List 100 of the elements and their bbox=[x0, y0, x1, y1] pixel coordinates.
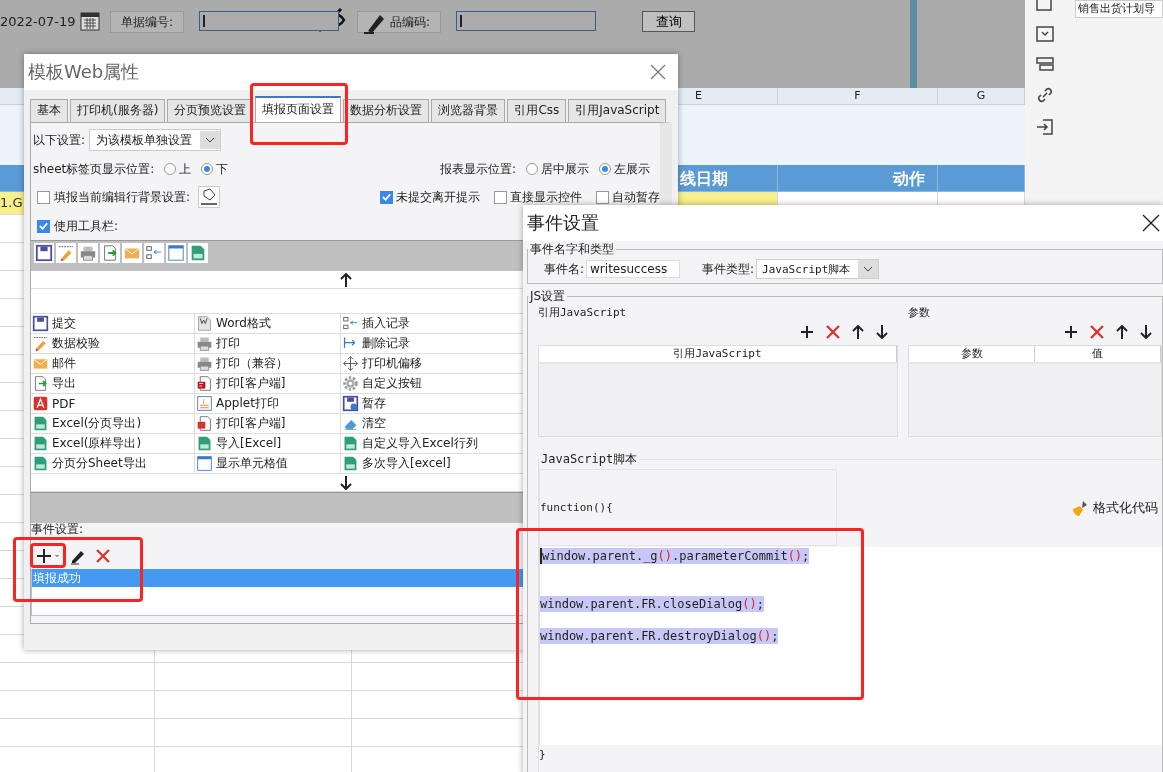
toolbar-option[interactable]: 分页分Sheet导出 bbox=[31, 454, 195, 474]
option-label: 下 bbox=[216, 160, 229, 178]
label-text: sheet标签页显示位置: bbox=[33, 160, 155, 178]
spreadsheet-icon bbox=[342, 455, 359, 472]
column-header: 值 bbox=[1035, 346, 1161, 362]
tab[interactable]: 引用Css bbox=[507, 99, 567, 122]
group-title: JavaScript脚本 bbox=[540, 451, 639, 468]
toolbar-option[interactable]: 打印[客户端] bbox=[195, 374, 341, 394]
tab[interactable]: 填报页面设置 bbox=[255, 96, 342, 122]
arrow-down-icon[interactable] bbox=[339, 475, 352, 490]
checkbox[interactable] bbox=[380, 190, 393, 204]
close-icon[interactable] bbox=[1142, 214, 1160, 232]
toolbar-option[interactable]: Applet打印 bbox=[195, 394, 341, 414]
spreadsheet-icon[interactable] bbox=[188, 243, 208, 263]
radio-button[interactable] bbox=[201, 163, 214, 175]
toolbar-option[interactable]: 数据校验 bbox=[31, 334, 195, 354]
arrow-down-icon[interactable] bbox=[876, 325, 888, 339]
column-header: 引用JavaScript bbox=[539, 346, 897, 362]
spreadsheet-icon bbox=[342, 435, 359, 452]
label-text: 单据编号: bbox=[121, 13, 174, 31]
toolbar-option[interactable]: 导出 bbox=[31, 374, 195, 394]
option-label: 上 bbox=[179, 160, 192, 178]
code-editor[interactable]: window.parent._g().parameterCommit(); window.parent.FR.closeDialog(); window.parent.FR.destroyDialog(); bbox=[539, 547, 1162, 745]
radio-button[interactable] bbox=[164, 163, 177, 175]
checkbox-label: 使用工具栏: bbox=[54, 217, 119, 235]
tab[interactable]: 数据分析设置 bbox=[343, 99, 430, 122]
column-header: 参数 bbox=[909, 346, 1035, 362]
calendar-icon[interactable] bbox=[80, 11, 100, 31]
checkbox-label: 直接显示控件 bbox=[510, 188, 582, 206]
spreadsheet-icon bbox=[32, 435, 49, 452]
input-field[interactable] bbox=[456, 11, 597, 31]
delete-icon[interactable] bbox=[826, 325, 840, 339]
add-icon[interactable] bbox=[800, 325, 814, 339]
input-field[interactable]: 销售出货计划导 bbox=[1075, 0, 1163, 18]
section-title: 参数 bbox=[908, 305, 931, 319]
checkbox[interactable] bbox=[494, 190, 507, 204]
tab[interactable]: 引用JavaScript bbox=[568, 99, 667, 122]
arrow-up-icon[interactable] bbox=[1116, 325, 1128, 339]
add-dropdown-icon[interactable] bbox=[35, 547, 61, 565]
rows-arrow-icon bbox=[342, 315, 359, 332]
checkbox[interactable] bbox=[37, 190, 50, 204]
toolbar-option[interactable]: 显示单元格值 bbox=[195, 454, 341, 474]
floppy-disk-icon[interactable] bbox=[34, 243, 54, 263]
toolbar-option[interactable]: Excel(分页导出) bbox=[31, 414, 195, 434]
toolbar-option[interactable]: 邮件 bbox=[31, 354, 195, 374]
radio-button[interactable] bbox=[599, 163, 611, 175]
dialog-title: 事件设置 bbox=[527, 211, 599, 235]
pdf-document-icon bbox=[196, 415, 213, 432]
add-icon[interactable] bbox=[1064, 325, 1078, 339]
toolbar-option[interactable]: 导入[Excel] bbox=[195, 434, 341, 454]
word-document-icon bbox=[196, 315, 213, 332]
document-badge-icon bbox=[196, 375, 213, 392]
dialog-title: 模板Web属性 bbox=[28, 60, 140, 84]
code-text: } bbox=[539, 748, 547, 761]
radio-button[interactable] bbox=[526, 163, 538, 175]
printer-icon[interactable] bbox=[78, 243, 98, 263]
dropdown[interactable]: JavaScript脚本 bbox=[756, 259, 880, 279]
printer-icon bbox=[196, 335, 213, 352]
delete-icon[interactable] bbox=[1090, 325, 1104, 339]
code-text: function(){ bbox=[539, 469, 837, 546]
checkbox[interactable] bbox=[37, 219, 50, 233]
label-text: 报表显示位置: bbox=[439, 160, 516, 178]
toolbar-option[interactable]: PDF bbox=[31, 394, 195, 414]
arrow-down-icon[interactable] bbox=[1140, 325, 1152, 339]
broom-icon bbox=[1071, 498, 1089, 517]
table-header-cell: 动作 bbox=[778, 165, 938, 192]
label-text: 以下设置: bbox=[33, 131, 86, 149]
toolbar-option[interactable]: 提交 bbox=[31, 314, 195, 334]
toolbar-option[interactable]: Excel(原样导出) bbox=[31, 434, 195, 454]
checkbox-label: 未提交离开提示 bbox=[396, 188, 480, 206]
delete-icon[interactable] bbox=[95, 548, 111, 564]
document-icon bbox=[196, 395, 213, 412]
tab[interactable]: 打印机(服务器) bbox=[70, 99, 166, 122]
gear-icon bbox=[342, 375, 359, 392]
tab[interactable]: 浏览器背景 bbox=[431, 99, 506, 122]
toolbar-option[interactable]: 打印 bbox=[195, 334, 341, 354]
query-button[interactable]: 查询 bbox=[642, 11, 696, 32]
toolbar-option[interactable]: 打印（兼容） bbox=[195, 354, 341, 374]
window-icon[interactable] bbox=[166, 243, 186, 263]
printer-icon bbox=[196, 355, 213, 372]
arrow-up-icon[interactable] bbox=[852, 325, 864, 339]
window-icon bbox=[196, 455, 213, 472]
toolbar-option[interactable]: 打印[客户端] bbox=[195, 414, 341, 434]
input-field[interactable]: writesuccess bbox=[586, 260, 681, 278]
arrow-up-icon[interactable] bbox=[339, 272, 352, 287]
toolbar-option[interactable]: Word格式 bbox=[195, 314, 341, 334]
format-button[interactable]: 格式化代码 bbox=[1071, 498, 1158, 517]
group-title: JS设置 bbox=[528, 288, 567, 305]
label-text: 品编码: bbox=[390, 13, 431, 31]
checkbox[interactable] bbox=[596, 190, 609, 204]
date-text: 2022-07-19 bbox=[0, 14, 77, 29]
spreadsheet-icon bbox=[196, 435, 213, 452]
chevron-down-icon bbox=[200, 131, 221, 149]
dropdown[interactable]: 为该模板单独设置 bbox=[89, 129, 222, 151]
move-arrows-icon bbox=[342, 355, 359, 372]
section-label: 事件设置: bbox=[31, 523, 85, 536]
paint-bucket-icon[interactable] bbox=[198, 186, 221, 208]
tab[interactable]: 基本 bbox=[30, 99, 68, 122]
spreadsheet-icon bbox=[32, 455, 49, 472]
option-label: 居中展示 bbox=[541, 160, 589, 178]
